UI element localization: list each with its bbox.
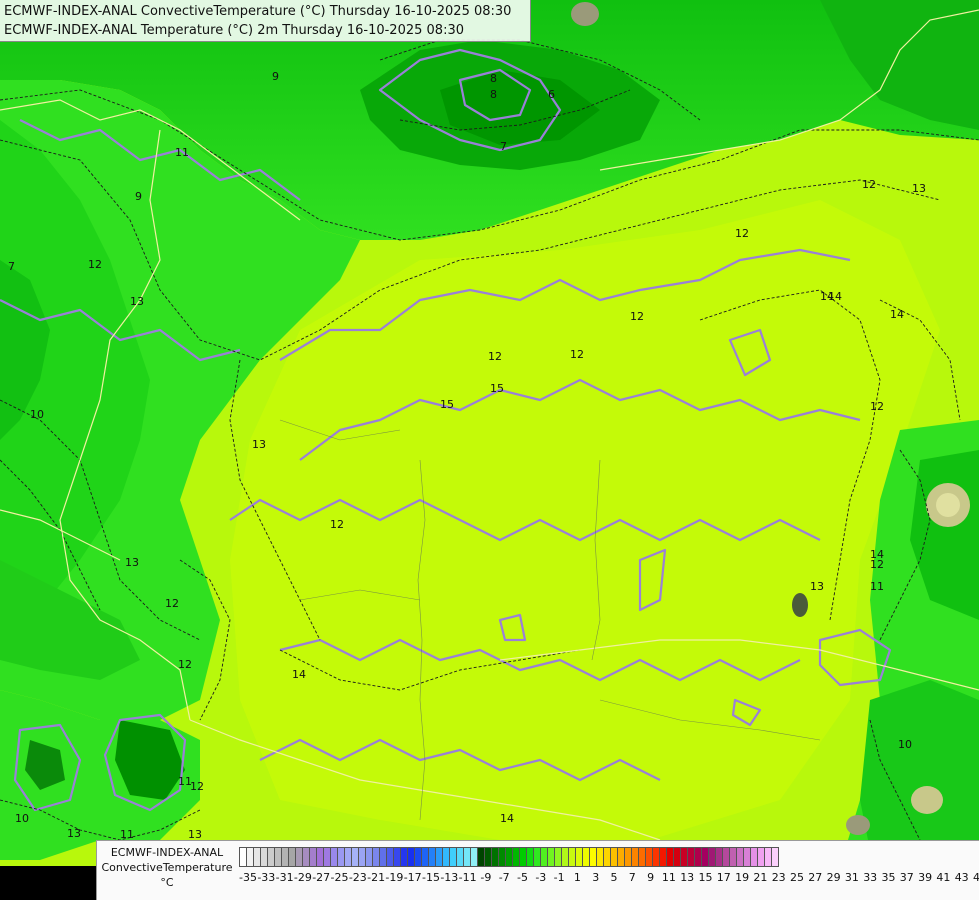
legend-tick-label: 33 <box>863 871 878 884</box>
contour-label: 9 <box>272 70 279 83</box>
legend-tick-label: 45 <box>973 871 979 884</box>
legend-tick-label: 39 <box>918 871 933 884</box>
legend-swatch <box>771 847 779 867</box>
contour-label: 14 <box>500 812 514 825</box>
legend-tick-label: 31 <box>844 871 859 884</box>
legend-tick-label: -15 <box>422 871 440 884</box>
legend-tick-label: 11 <box>661 871 676 884</box>
black-corner <box>0 866 96 900</box>
legend-tick-label: -35 <box>239 871 257 884</box>
legend-tick-label: -3 <box>535 871 547 884</box>
contour-label: 12 <box>570 348 584 361</box>
contour-label: 10 <box>898 738 912 751</box>
legend-tick-label: 25 <box>790 871 804 884</box>
contour-label: 13 <box>130 295 144 308</box>
legend-title: ECMWF-INDEX-ANAL ConvectiveTemperature °… <box>97 845 237 890</box>
contour-label: 13 <box>912 182 926 195</box>
contour-label: 14 <box>292 668 306 681</box>
legend-tick-label: 23 <box>771 871 786 884</box>
contour-label: 10 <box>30 408 44 421</box>
legend-tick-label: 21 <box>753 871 768 884</box>
legend-tick-label: -7 <box>498 871 510 884</box>
contour-label: 14 <box>870 548 884 561</box>
title-line-convective: ECMWF-INDEX-ANAL ConvectiveTemperature (… <box>4 4 512 19</box>
contour-label: 7 <box>500 140 507 153</box>
contour-label: 15 <box>440 398 454 411</box>
contour-label: 13 <box>125 556 139 569</box>
legend-tick-label: 19 <box>735 871 750 884</box>
legend-tick-label: 17 <box>716 871 731 884</box>
legend-tick-label: -31 <box>275 871 294 884</box>
color-legend: ECMWF-INDEX-ANAL ConvectiveTemperature °… <box>96 840 979 900</box>
contour-label: 12 <box>330 518 344 531</box>
legend-tick-label: 37 <box>899 871 914 884</box>
legend-tick-label: -5 <box>517 871 528 884</box>
legend-title-line1: ECMWF-INDEX-ANAL <box>110 846 224 859</box>
legend-tick-label: 1 <box>573 871 581 884</box>
legend-tick-label: -9 <box>480 871 492 884</box>
contour-label: 7 <box>8 260 15 273</box>
legend-tick-label: -23 <box>348 871 367 884</box>
contour-label: 12 <box>862 178 876 191</box>
contour-label: 13 <box>252 438 266 451</box>
contour-label: 12 <box>190 780 204 793</box>
legend-tick-label: 9 <box>647 871 655 884</box>
legend-tick-label: -13 <box>440 871 459 884</box>
legend-title-line2: ConvectiveTemperature <box>101 861 233 874</box>
legend-tick-label: 41 <box>936 871 951 884</box>
legend-tick-label: 15 <box>698 871 713 884</box>
contour-label: 10 <box>15 812 29 825</box>
legend-title-unit: °C <box>160 876 174 889</box>
contour-label: 14 <box>828 290 842 303</box>
legend-tick-label: -33 <box>257 871 276 884</box>
contour-label: 13 <box>67 827 81 840</box>
legend-tick-label: -25 <box>330 871 349 884</box>
contour-label: 14 <box>890 308 904 321</box>
contour-label: 11 <box>175 146 189 159</box>
legend-ticks: -35 -33 -31 -29 -27 -25 -23 -21 -19 -17 -15 -13 -11-… <box>239 871 979 885</box>
legend-tick-label: 43 <box>954 871 969 884</box>
contour-label: 12 <box>178 658 192 671</box>
contour-label: 8 <box>490 88 497 101</box>
map-title-box: ECMWF-INDEX-ANAL ConvectiveTemperature (… <box>0 0 531 42</box>
contour-label: 12 <box>88 258 102 271</box>
legend-tick-label: 35 <box>881 871 896 884</box>
contour-label: 12 <box>630 310 644 323</box>
weather-map: 911912138767101312131512 1214141212131412… <box>0 0 979 900</box>
contour-label: 9 <box>135 190 142 203</box>
contour-label: 12 <box>870 400 884 413</box>
legend-tick-label: 7 <box>628 871 636 884</box>
legend-swatches <box>239 847 779 867</box>
legend-tick-label: -19 <box>385 871 404 884</box>
legend-tick-label: -17 <box>403 871 422 884</box>
legend-tick-label: 27 <box>808 871 823 884</box>
contour-label: 12 <box>165 597 179 610</box>
contour-label: 8 <box>490 72 497 85</box>
contour-label: 15 <box>490 382 504 395</box>
legend-tick-label: -27 <box>312 871 331 884</box>
contour-label: 11 <box>870 580 884 593</box>
contour-label: 12 <box>735 227 749 240</box>
legend-tick-label: 13 <box>680 871 695 884</box>
legend-tick-label: 29 <box>826 871 841 884</box>
contour-label: 12 <box>488 350 502 363</box>
contour-label: 11 <box>178 775 192 788</box>
contour-label: 13 <box>810 580 824 593</box>
legend-tick-label: 3 <box>592 871 600 884</box>
legend-tick-label: 5 <box>610 871 618 884</box>
legend-tick-label: -1 <box>553 871 565 884</box>
legend-tick-label: -21 <box>367 871 386 884</box>
legend-tick-label: -11 <box>458 871 477 884</box>
legend-tick-label: -29 <box>293 871 312 884</box>
contour-label: 6 <box>548 88 555 101</box>
title-line-temperature: ECMWF-INDEX-ANAL Temperature (°C) 2m Thu… <box>4 23 464 38</box>
